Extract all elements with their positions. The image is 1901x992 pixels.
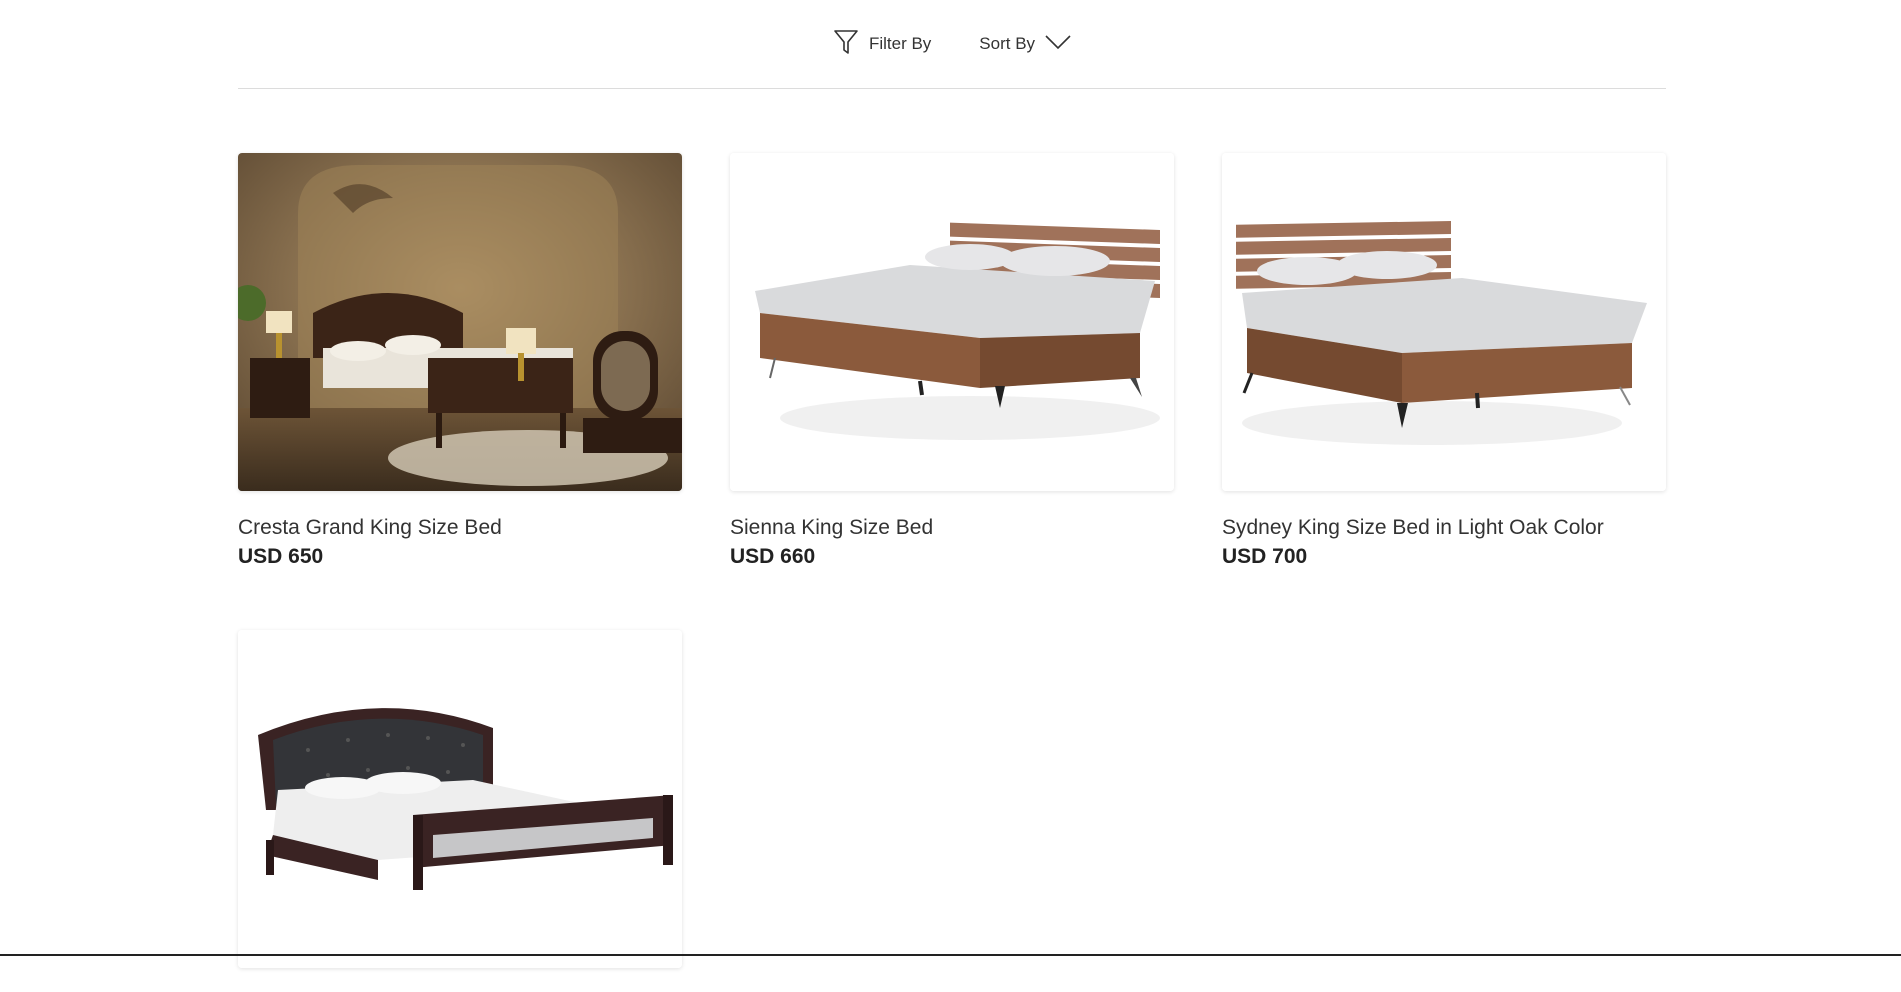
- product-image[interactable]: [238, 630, 682, 968]
- filter-label: Filter By: [868, 34, 932, 53]
- funnel-icon: [833, 28, 859, 61]
- product-price: USD 700: [1222, 545, 1308, 568]
- product-title[interactable]: Cresta Grand King Size Bed: [238, 515, 682, 541]
- sort-label: Sort By: [979, 34, 1036, 53]
- product-card[interactable]: Sienna King Size Bed USD 660: [730, 153, 1174, 570]
- product-image[interactable]: [1222, 153, 1666, 491]
- product-image[interactable]: [730, 153, 1174, 491]
- product-grid: Cresta Grand King Size Bed USD 650 Sienn…: [238, 153, 1666, 992]
- sort-button[interactable]: Sort By: [979, 34, 1071, 55]
- product-title[interactable]: Sydney King Size Bed in Light Oak Color: [1222, 515, 1666, 541]
- filter-button[interactable]: Filter By: [833, 28, 931, 61]
- product-image[interactable]: [238, 153, 682, 491]
- filter-sort-bar: Filter By Sort By: [238, 0, 1666, 89]
- product-title[interactable]: Sienna King Size Bed: [730, 515, 1174, 541]
- product-card[interactable]: [238, 630, 682, 992]
- product-card[interactable]: Sydney King Size Bed in Light Oak Color …: [1222, 153, 1666, 570]
- product-price: USD 650: [238, 545, 324, 568]
- product-price: USD 660: [730, 545, 816, 568]
- product-card[interactable]: Cresta Grand King Size Bed USD 650: [238, 153, 682, 570]
- chevron-down-icon: [1045, 34, 1071, 55]
